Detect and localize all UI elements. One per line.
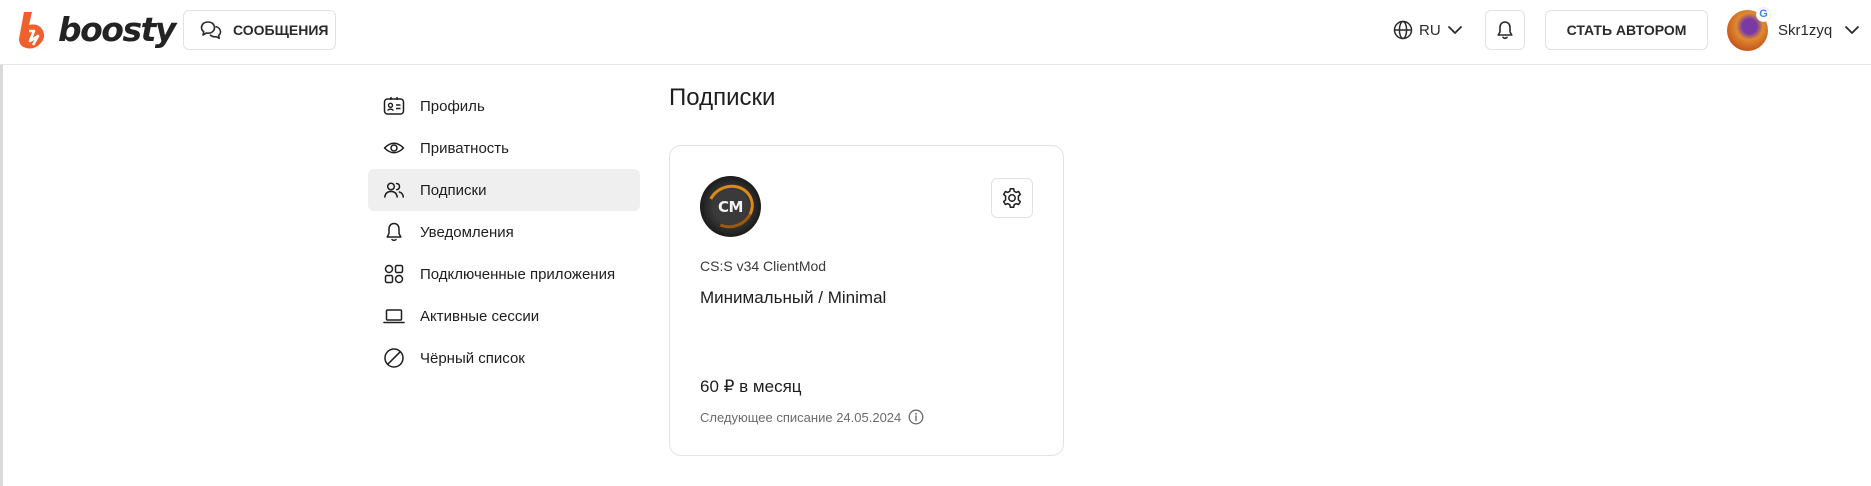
info-icon[interactable] [908,409,924,425]
gear-icon [1002,188,1022,208]
settings-sidebar: Профиль Приватность Подписки Уведомления [368,85,640,379]
chat-bubbles-icon [200,21,222,40]
subscription-settings-button[interactable] [991,178,1033,218]
window-edge [0,65,3,486]
sidebar-item-label: Приватность [420,139,509,157]
subscription-card: CM CS:S v34 ClientMod Минимальный / Mini… [669,145,1064,456]
tier-name: Минимальный / Minimal [700,288,887,307]
sidebar-item-label: Чёрный список [420,349,525,367]
block-icon [384,348,404,368]
messages-label: СООБЩЕНИЯ [233,22,329,38]
chevron-down-icon [1845,26,1860,34]
sidebar-item-notifications[interactable]: Уведомления [368,211,640,253]
top-header: boosty СООБЩЕНИЯ RU СТАТЬ АВТОРОМ G Skr1… [0,0,1871,65]
username: Skr1zyq [1778,21,1833,39]
chevron-down-icon [1447,26,1462,34]
sidebar-item-label: Подписки [420,181,487,199]
page-title: Подписки [669,84,776,111]
become-author-button[interactable]: СТАТЬ АВТОРОМ [1545,10,1708,50]
sidebar-item-profile[interactable]: Профиль [368,85,640,127]
user-menu[interactable]: G Skr1zyq [1727,6,1860,51]
notifications-button[interactable] [1485,10,1525,50]
google-badge-icon: G [1756,6,1771,22]
next-charge-text: Следующее списание 24.05.2024 [700,409,902,425]
sidebar-item-connected-apps[interactable]: Подключенные приложения [368,253,640,295]
globe-icon [1393,20,1413,40]
next-charge-info: Следующее списание 24.05.2024 [700,409,924,425]
users-icon [384,182,405,198]
sidebar-item-label: Профиль [420,97,485,115]
subscription-price: 60 ₽ в месяц [700,377,802,396]
author-name-link[interactable]: CS:S v34 ClientMod [700,258,826,274]
eye-icon [383,142,405,154]
laptop-icon [383,309,405,324]
boosty-logo-icon [19,12,45,49]
messages-button[interactable]: СООБЩЕНИЯ [183,10,336,50]
sidebar-item-label: Уведомления [420,223,514,241]
boosty-logo-text: boosty [58,9,176,49]
sidebar-item-label: Подключенные приложения [420,265,616,283]
avatar-text: CM [718,197,743,216]
author-avatar[interactable]: CM [700,176,761,237]
apps-icon [384,264,404,284]
sidebar-item-label: Активные сессии [420,307,540,325]
sidebar-item-subscriptions[interactable]: Подписки [368,169,640,211]
sidebar-item-blacklist[interactable]: Чёрный список [368,337,640,379]
bell-icon [1497,21,1513,40]
bell-icon [386,222,402,242]
language-label: RU [1419,21,1441,39]
sidebar-item-active-sessions[interactable]: Активные сессии [368,295,640,337]
language-selector[interactable]: RU [1393,18,1463,42]
sidebar-item-privacy[interactable]: Приватность [368,127,640,169]
boosty-logo[interactable]: boosty [18,8,176,54]
avatar: G [1727,6,1771,51]
profile-card-icon [383,97,405,115]
